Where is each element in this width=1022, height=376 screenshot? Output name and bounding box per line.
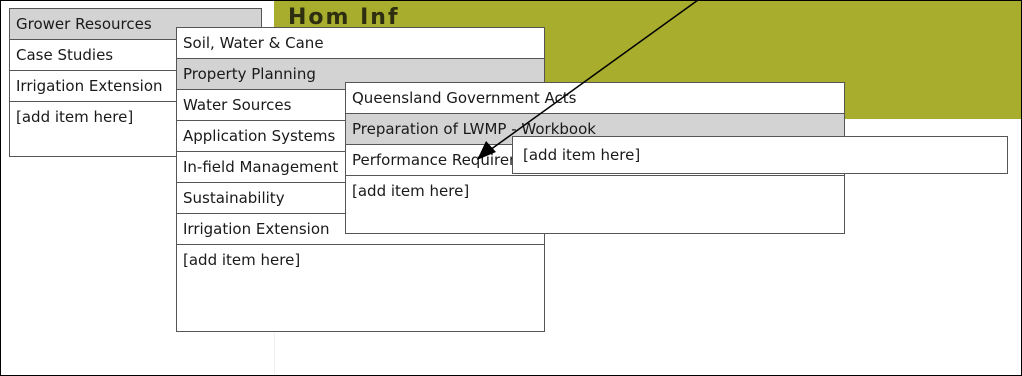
menu-item-queensland-government-acts[interactable]: Queensland Government Acts [346, 83, 844, 114]
menu-item-add-item[interactable]: [add item here] [346, 176, 844, 207]
menu-item-soil-water-cane[interactable]: Soil, Water & Cane [177, 28, 544, 59]
menu-item-add-item[interactable]: [add item here] [177, 245, 544, 276]
menu-level-4: [add item here] [512, 136, 1008, 174]
menu-item-add-item[interactable]: [add item here] [513, 137, 1007, 173]
